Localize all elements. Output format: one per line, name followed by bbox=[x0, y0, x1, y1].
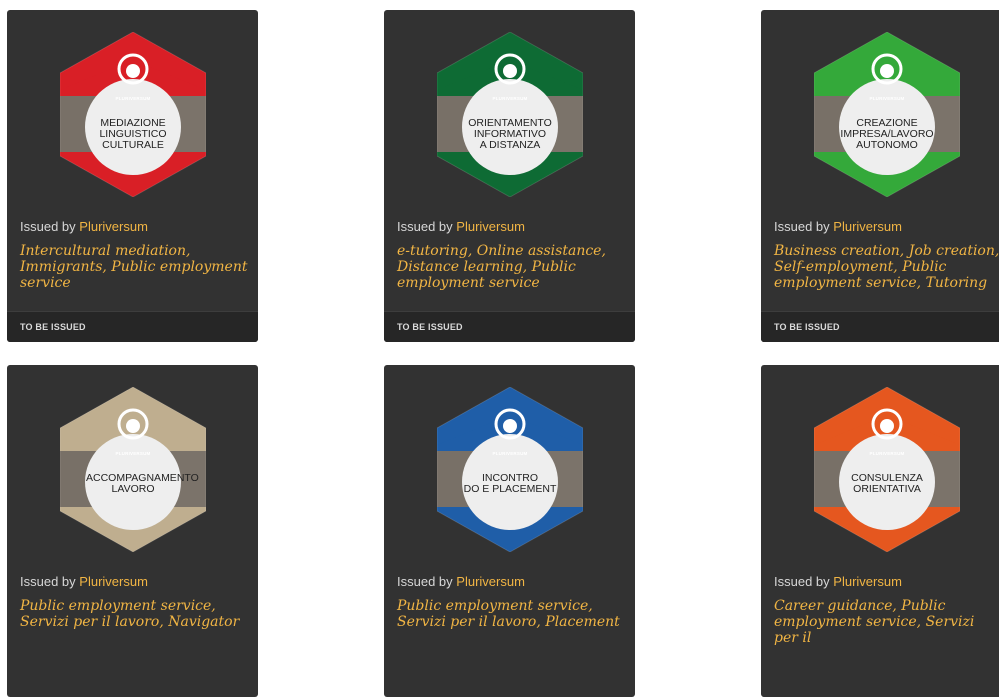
issuer-link[interactable]: Pluriversum bbox=[456, 219, 525, 234]
issuer-link[interactable]: Pluriversum bbox=[456, 574, 525, 589]
badge-tags: Career guidance, Public employment servi… bbox=[774, 598, 975, 646]
issuer-link[interactable]: Pluriversum bbox=[833, 574, 902, 589]
badge-title: MEDIAZIONE LINGUISTICO CULTURALE bbox=[99, 117, 167, 151]
badge-logo-text: PLURIVERSUM bbox=[869, 451, 905, 456]
badge-title: CONSULENZA ORIENTATIVA bbox=[851, 472, 923, 495]
issued-by: Issued by Pluriversum bbox=[774, 219, 902, 234]
badge-tags: Intercultural mediation, Immigrants, Pub… bbox=[20, 243, 248, 291]
badge-card[interactable]: PLURIVERSUM ACCOMPAGNAMENTO LAVORO Issue… bbox=[7, 365, 258, 697]
badge-title: INCONTRO DO E PLACEMENT bbox=[463, 472, 557, 495]
card-footer: TO BE ISSUED bbox=[761, 311, 999, 342]
issued-by: Issued by Pluriversum bbox=[20, 219, 148, 234]
issued-prefix: Issued by bbox=[774, 574, 830, 589]
issued-prefix: Issued by bbox=[774, 219, 830, 234]
badge-tags: Business creation, Job creation, Self-em… bbox=[774, 243, 999, 291]
badge-card[interactable]: PLURIVERSUM CREAZIONE IMPRESA/LAVORO AUT… bbox=[761, 10, 999, 342]
issued-by: Issued by Pluriversum bbox=[397, 574, 525, 589]
card-footer: TO BE ISSUED bbox=[384, 311, 635, 342]
status-label: TO BE ISSUED bbox=[774, 322, 840, 332]
pluriversum-logo-icon bbox=[60, 387, 206, 552]
badge-logo-text: PLURIVERSUM bbox=[492, 451, 528, 456]
badge-title: CREAZIONE IMPRESA/LAVORO AUTONOMO bbox=[840, 117, 934, 151]
badge-logo-text: PLURIVERSUM bbox=[869, 96, 905, 101]
badge-card[interactable]: PLURIVERSUM INCONTRO DO E PLACEMENT Issu… bbox=[384, 365, 635, 697]
badge-tags: Public employment service, Servizi per i… bbox=[20, 598, 240, 630]
badge-image: PLURIVERSUM CONSULENZA ORIENTATIVA bbox=[814, 387, 960, 552]
badge-card[interactable]: PLURIVERSUM MEDIAZIONE LINGUISTICO CULTU… bbox=[7, 10, 258, 342]
pluriversum-logo-icon bbox=[437, 32, 583, 197]
badge-title: ORIENTAMENTO INFORMATIVO A DISTANZA bbox=[468, 117, 552, 151]
issued-by: Issued by Pluriversum bbox=[397, 219, 525, 234]
badge-image: PLURIVERSUM ACCOMPAGNAMENTO LAVORO bbox=[60, 387, 206, 552]
card-footer: TO BE ISSUED bbox=[7, 311, 258, 342]
issuer-link[interactable]: Pluriversum bbox=[79, 219, 148, 234]
issued-by: Issued by Pluriversum bbox=[20, 574, 148, 589]
badge-image: PLURIVERSUM CREAZIONE IMPRESA/LAVORO AUT… bbox=[814, 32, 960, 197]
issued-prefix: Issued by bbox=[20, 219, 76, 234]
badge-logo-text: PLURIVERSUM bbox=[115, 96, 151, 101]
status-label: TO BE ISSUED bbox=[397, 322, 463, 332]
pluriversum-logo-icon bbox=[60, 32, 206, 197]
badge-image: PLURIVERSUM MEDIAZIONE LINGUISTICO CULTU… bbox=[60, 32, 206, 197]
issuer-link[interactable]: Pluriversum bbox=[79, 574, 148, 589]
pluriversum-logo-icon bbox=[814, 387, 960, 552]
badge-image: PLURIVERSUM INCONTRO DO E PLACEMENT bbox=[437, 387, 583, 552]
issued-by: Issued by Pluriversum bbox=[774, 574, 902, 589]
badge-logo-text: PLURIVERSUM bbox=[115, 451, 151, 456]
badge-card[interactable]: PLURIVERSUM ORIENTAMENTO INFORMATIVO A D… bbox=[384, 10, 635, 342]
badge-tags: e-tutoring, Online assistance, Distance … bbox=[397, 243, 606, 291]
badge-title: ACCOMPAGNAMENTO LAVORO bbox=[86, 472, 199, 495]
status-label: TO BE ISSUED bbox=[20, 322, 86, 332]
issued-prefix: Issued by bbox=[397, 574, 453, 589]
badge-tags: Public employment service, Servizi per i… bbox=[397, 598, 620, 630]
badge-logo-text: PLURIVERSUM bbox=[492, 96, 528, 101]
badge-card[interactable]: PLURIVERSUM CONSULENZA ORIENTATIVA Issue… bbox=[761, 365, 999, 697]
issuer-link[interactable]: Pluriversum bbox=[833, 219, 902, 234]
pluriversum-logo-icon bbox=[437, 387, 583, 552]
issued-prefix: Issued by bbox=[397, 219, 453, 234]
badge-image: PLURIVERSUM ORIENTAMENTO INFORMATIVO A D… bbox=[437, 32, 583, 197]
pluriversum-logo-icon bbox=[814, 32, 960, 197]
issued-prefix: Issued by bbox=[20, 574, 76, 589]
